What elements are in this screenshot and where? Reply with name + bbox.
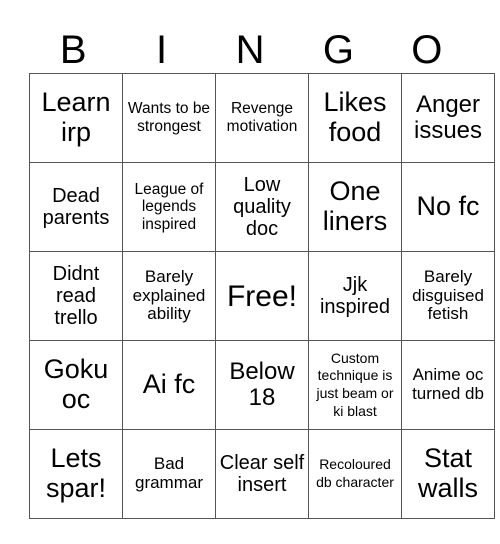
bingo-cell-text: Clear self insert — [219, 452, 305, 496]
bingo-row: Lets spar! Bad grammar Clear self insert Re… — [29, 429, 495, 519]
bingo-cell-text: Wants to be strongest — [127, 100, 211, 135]
bingo-cell[interactable]: Clear self insert — [215, 429, 309, 519]
bingo-cell-text: Jjk inspired — [319, 274, 391, 318]
bingo-cell-text: Dead parents — [42, 185, 110, 229]
bingo-cell[interactable]: One liners — [308, 162, 402, 252]
bingo-cell[interactable]: Likes food — [308, 73, 402, 163]
bingo-cell[interactable]: Barely disguised fetish — [401, 251, 495, 341]
bingo-cell[interactable]: No fc — [401, 162, 495, 252]
bingo-cell[interactable]: Jjk inspired — [308, 251, 402, 341]
bingo-cell[interactable]: Barely explained ability — [122, 251, 216, 341]
bingo-cell-text: Below 18 — [229, 357, 295, 411]
bingo-cell[interactable]: Goku oc — [29, 340, 123, 430]
bingo-cell[interactable]: Learn irp — [29, 73, 123, 163]
bingo-grid: Learn irp Wants to be strongest Revenge mo… — [29, 73, 495, 519]
bingo-cell-text: League of legends inspired — [134, 180, 204, 233]
bingo-cell-text: No fc — [416, 191, 480, 222]
bingo-cell-text: Stat walls — [417, 443, 478, 503]
bingo-cell[interactable]: Anime oc turned db — [401, 340, 495, 430]
bingo-cell[interactable]: Wants to be strongest — [122, 73, 216, 163]
bingo-row: Learn irp Wants to be strongest Revenge mo… — [29, 73, 495, 163]
header-letter-n: N — [235, 28, 265, 72]
bingo-cell-text: Didnt read trello — [52, 263, 100, 329]
header-letter-o: O — [411, 28, 443, 72]
bingo-cell[interactable]: Lets spar! — [29, 429, 123, 519]
bingo-header: B I N G O — [29, 28, 471, 73]
bingo-cell[interactable]: Revenge motivation — [215, 73, 309, 163]
free-space-cell[interactable]: Free! — [215, 251, 309, 341]
bingo-cell-text: Recoloured db character — [316, 456, 394, 490]
bingo-cell[interactable]: Didnt read trello — [29, 251, 123, 341]
bingo-cell-text: Custom technique is just beam or ki blas… — [316, 349, 394, 419]
bingo-row: Didnt read trello Barely explained abilit… — [29, 251, 495, 341]
bingo-cell-text: Likes food — [323, 87, 387, 147]
bingo-cell[interactable]: Below 18 — [215, 340, 309, 430]
bingo-cell-text: Barely explained ability — [132, 266, 206, 324]
bingo-cell[interactable]: Low quality doc — [215, 162, 309, 252]
bingo-cell-text: Goku oc — [43, 354, 109, 414]
bingo-cell-text: Ai fc — [142, 369, 196, 400]
bingo-row: Dead parents League of legends inspired Lo… — [29, 162, 495, 252]
header-letter-i: I — [156, 28, 168, 72]
bingo-cell-text: Anger issues — [413, 90, 483, 144]
bingo-cell[interactable]: Recoloured db character — [308, 429, 402, 519]
bingo-cell-text: Revenge motivation — [226, 100, 298, 135]
bingo-cell[interactable]: Stat walls — [401, 429, 495, 519]
header-letter-g: G — [322, 28, 354, 72]
bingo-row: Goku oc Ai fc Below 18 Custom technique is … — [29, 340, 495, 430]
bingo-cell[interactable]: Bad grammar — [122, 429, 216, 519]
bingo-cell-text: Bad grammar — [134, 454, 203, 492]
bingo-cell-text: Learn irp — [41, 87, 111, 147]
header-letter-b: B — [59, 28, 87, 72]
bingo-cell-text: Anime oc turned db — [412, 365, 484, 403]
bingo-cell-text: Low quality doc — [233, 174, 291, 240]
bingo-cell[interactable]: Custom technique is just beam or ki blas… — [308, 340, 402, 430]
bingo-cell[interactable]: League of legends inspired — [122, 162, 216, 252]
bingo-cell-text: One liners — [322, 176, 388, 236]
bingo-cell[interactable]: Dead parents — [29, 162, 123, 252]
bingo-cell[interactable]: Anger issues — [401, 73, 495, 163]
bingo-cell-text: Free! — [226, 279, 298, 313]
bingo-cell-text: Barely disguised fetish — [412, 266, 484, 324]
bingo-cell[interactable]: Ai fc — [122, 340, 216, 430]
bingo-cell-text: Lets spar! — [45, 443, 107, 503]
